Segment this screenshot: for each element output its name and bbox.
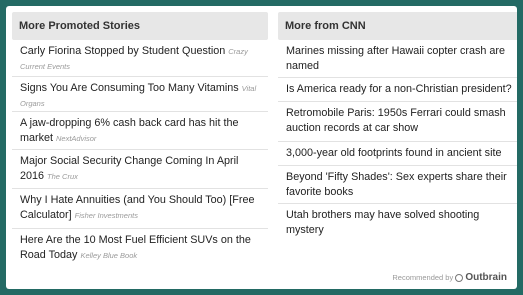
list-item[interactable]: Why I Hate Annuities (and You Should Too… [12,189,268,229]
cnn-stories-column: More from CNN Marines missing after Hawa… [278,12,517,236]
story-source: The Crux [47,172,78,181]
list-item[interactable]: Marines missing after Hawaii copter cras… [278,40,517,78]
list-item[interactable]: Utah brothers may have solved shooting m… [278,204,517,236]
list-item[interactable]: A jaw-dropping 6% cash back card has hit… [12,112,268,150]
cnn-stories-header: More from CNN [278,12,517,40]
promoted-stories-list: Carly Fiorina Stopped by Student Questio… [12,40,268,267]
list-item[interactable]: Here Are the 10 Most Fuel Efficient SUVs… [12,229,268,267]
list-item[interactable]: Beyond 'Fifty Shades': Sex experts share… [278,166,517,204]
recommended-by-label: Recommended by [392,273,454,282]
recommended-by-credit[interactable]: Recommended by Outbrain [392,272,507,283]
list-item[interactable]: 3,000-year old footprints found in ancie… [278,142,517,166]
list-item[interactable]: Major Social Security Change Coming In A… [12,150,268,189]
promoted-stories-header: More Promoted Stories [12,12,268,40]
outbrain-brand: Outbrain [465,272,507,283]
promoted-stories-column: More Promoted Stories Carly Fiorina Stop… [12,12,268,267]
story-title[interactable]: Utah brothers may have solved shooting m… [286,209,479,236]
story-title[interactable]: Retromobile Paris: 1950s Ferrari could s… [286,107,506,134]
story-title[interactable]: Is America ready for a non-Christian pre… [286,83,512,95]
list-item[interactable]: Is America ready for a non-Christian pre… [278,78,517,102]
story-source: NextAdvisor [56,134,97,143]
cnn-stories-list: Marines missing after Hawaii copter cras… [278,40,517,236]
recommendations-widget: More Promoted Stories Carly Fiorina Stop… [6,6,517,289]
story-title[interactable]: Marines missing after Hawaii copter cras… [286,45,505,72]
story-title[interactable]: Beyond 'Fifty Shades': Sex experts share… [286,171,507,198]
story-title[interactable]: Carly Fiorina Stopped by Student Questio… [20,45,225,57]
story-title[interactable]: A jaw-dropping 6% cash back card has hit… [20,117,238,144]
list-item[interactable]: Carly Fiorina Stopped by Student Questio… [12,40,268,77]
story-source: Fisher Investments [74,211,138,220]
story-title[interactable]: 3,000-year old footprints found in ancie… [286,147,501,159]
story-title[interactable]: Signs You Are Consuming Too Many Vitamin… [20,82,239,94]
story-source: Kelley Blue Book [80,251,138,260]
outbrain-logo-icon [455,274,464,283]
list-item[interactable]: Retromobile Paris: 1950s Ferrari could s… [278,102,517,142]
list-item[interactable]: Signs You Are Consuming Too Many Vitamin… [12,77,268,112]
